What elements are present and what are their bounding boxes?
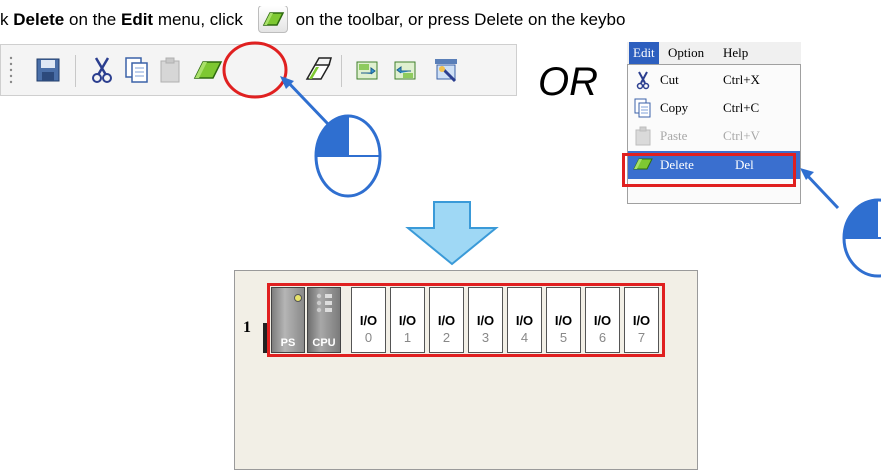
menu-help[interactable]: Help [719,42,752,64]
cut-icon[interactable] [85,53,119,87]
instruction-part: on the [64,10,121,29]
save-icon[interactable] [31,53,65,87]
plc-rack-panel: 1 PS CPU I/O 0 I/O 1 I/O 2 I/O 3 I/O 4 I/O 5 I… [234,270,698,470]
scissors-icon [636,71,650,90]
instruction-edit-word: Edit [120,10,154,29]
menu-item-copy[interactable]: Copy Ctrl+C [628,95,800,121]
delete-toolbar-inline-icon [257,6,288,33]
copy-icon [634,98,651,118]
paste-icon[interactable] [153,53,187,87]
down-arrow-icon [405,201,499,266]
menu-item-label: Copy [660,100,689,115]
highlight-rectangle [622,153,796,187]
menu-item-shortcut: Ctrl+X [723,72,760,87]
toolbar-grip-icon [9,56,13,84]
menu-item-label: Cut [660,72,679,87]
rack-number: 1 [243,319,251,336]
menu-item-shortcut: Ctrl+V [723,128,760,143]
instruction-part: on the toolbar, or press Delete on the k… [295,10,626,29]
menu-item-shortcut: Ctrl+C [723,100,760,115]
menu-option[interactable]: Option [664,42,708,64]
instruction-part: k [0,10,14,29]
toolbar-separator [75,55,76,87]
menu-item-label: Paste [660,128,688,143]
instruction-text: k Delete on the Edit menu, click on the … [0,6,881,34]
mouse-click-indicator [800,168,881,278]
mouse-click-indicator [280,76,382,198]
menu-item-paste[interactable]: Paste Ctrl+V [628,123,800,149]
menu-item-cut[interactable]: Cut Ctrl+X [628,67,800,93]
download-icon[interactable] [389,53,423,87]
selection-highlight [267,283,665,357]
instruction-part: menu, click [153,10,248,29]
copy-icon[interactable] [119,53,153,87]
instruction-delete-word: Delete [13,10,65,29]
menu-bar: Edit Option Help [627,42,801,65]
monitor-icon[interactable] [429,53,463,87]
or-label: OR [538,60,598,104]
paste-icon [635,126,651,146]
menu-edit[interactable]: Edit [629,42,659,64]
